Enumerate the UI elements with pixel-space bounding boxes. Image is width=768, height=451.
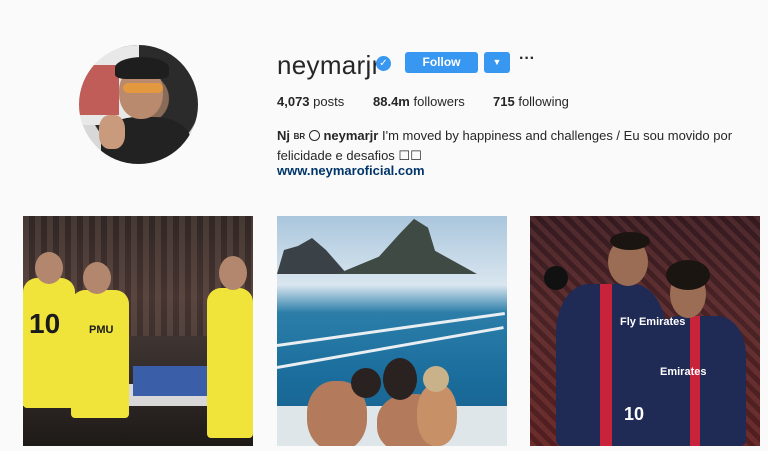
follow-button[interactable]: Follow: [405, 52, 478, 73]
post1-player-head: [219, 256, 247, 290]
post2-person-hair: [383, 358, 417, 400]
post1-shirt-number: 10: [29, 308, 61, 339]
post3-glove: [544, 266, 568, 290]
post3-kit-stripe: [690, 316, 700, 446]
more-options-icon[interactable]: ···: [518, 51, 536, 70]
post2-person-cap: [351, 368, 381, 398]
post3-kit-stripe: [600, 284, 612, 446]
profile-username: neymarjr: [277, 50, 381, 80]
post-thumbnail-1[interactable]: 10 PMU: [23, 216, 253, 446]
avatar-sunglasses: [123, 83, 163, 93]
post-thumbnail-2[interactable]: [277, 216, 507, 446]
post2-person-hair: [423, 366, 449, 392]
post1-player-head: [35, 252, 63, 284]
bio-flag: BR: [293, 132, 306, 141]
post2-island: [337, 218, 477, 274]
post-thumbnail-3[interactable]: Fly Emirates Emirates 10: [530, 216, 760, 446]
following-count: 715: [493, 94, 515, 109]
followers-count: 88.4m: [373, 94, 410, 109]
post2-boat-rail: [277, 312, 505, 347]
profile-bio: Nj BR neymarjr I'm moved by happiness an…: [277, 126, 747, 165]
post1-sponsor: PMU: [89, 324, 114, 336]
bio-text-line1: I'm moved by happiness and challenges / …: [378, 128, 733, 143]
following-label: following: [518, 94, 569, 109]
stat-followers[interactable]: 88.4m followers: [373, 94, 465, 109]
bio-name: Nj: [277, 128, 290, 143]
stat-following[interactable]: 715 following: [493, 94, 569, 109]
posts-label: posts: [313, 94, 345, 109]
chevron-down-icon[interactable]: ▼: [484, 52, 510, 73]
post3-shirt-number: 10: [624, 404, 645, 424]
post1-player-head: [83, 262, 111, 294]
stat-posts: 4,073 posts: [277, 94, 344, 109]
avatar-hand: [99, 115, 125, 149]
post3-player-hair: [666, 260, 710, 290]
bio-mention-link[interactable]: neymarjr: [323, 128, 378, 143]
profile-avatar[interactable]: [79, 45, 198, 164]
avatar-background-accent: [79, 65, 119, 115]
posts-count: 4,073: [277, 94, 310, 109]
post3-sponsor: Fly Emirates: [620, 316, 686, 328]
verified-badge-icon: ✓: [376, 56, 391, 71]
profile-website-link[interactable]: www.neymaroficial.com: [277, 163, 425, 178]
avatar-hair: [115, 57, 169, 79]
globe-icon: [308, 130, 320, 141]
followers-label: followers: [413, 94, 465, 109]
post3-player-hair: [610, 232, 650, 250]
post3-sponsor-2: Emirates: [660, 366, 707, 378]
post2-person: [417, 384, 457, 446]
post1-player: [207, 288, 253, 438]
post2-rock: [277, 238, 347, 274]
bio-text-line2: felicidade e desafios ☐☐: [277, 148, 422, 163]
post1-player: [23, 278, 75, 408]
post1-player: [71, 290, 129, 418]
